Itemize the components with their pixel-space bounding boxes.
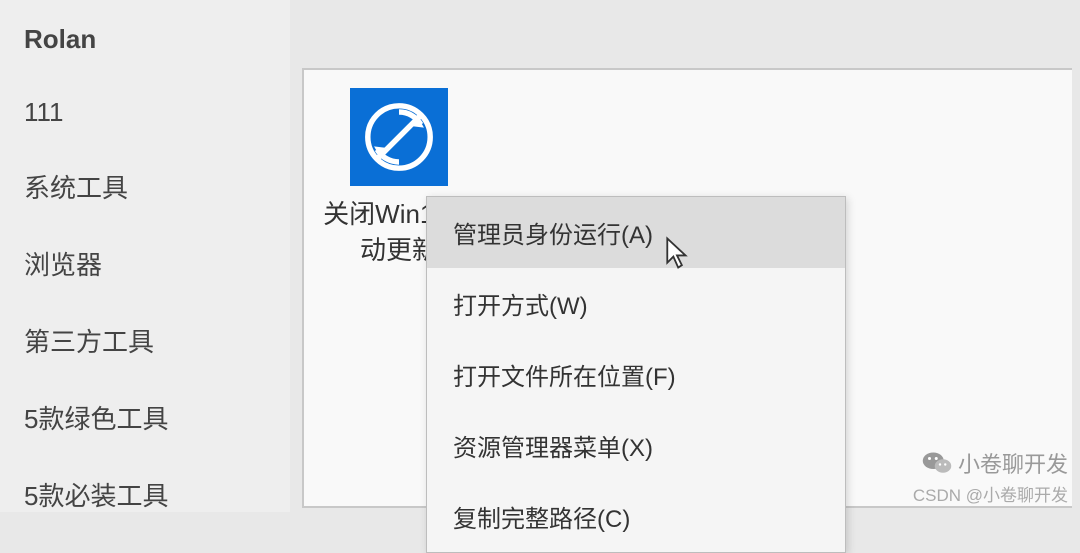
watermark-text-1: 小卷聊开发 [958, 447, 1068, 479]
sidebar-item-thirdparty[interactable]: 第三方工具 [0, 302, 290, 379]
wechat-icon [922, 450, 952, 476]
sidebar-item-system-tools[interactable]: 系统工具 [0, 148, 290, 225]
app-title: Rolan [0, 10, 290, 77]
sidebar-item-browser[interactable]: 浏览器 [0, 225, 290, 302]
watermark: 小卷聊开发 CSDN @小卷聊开发 [913, 447, 1068, 506]
menu-run-as-admin[interactable]: 管理员身份运行(A) [427, 197, 845, 268]
menu-explorer-menu[interactable]: 资源管理器菜单(X) [427, 410, 845, 481]
menu-open-with[interactable]: 打开方式(W) [427, 268, 845, 339]
sidebar-item-must-install[interactable]: 5款必装工具 [0, 456, 290, 533]
context-menu: 管理员身份运行(A) 打开方式(W) 打开文件所在位置(F) 资源管理器菜单(X… [426, 196, 846, 553]
sidebar: Rolan 111 系统工具 浏览器 第三方工具 5款绿色工具 5款必装工具 [0, 0, 290, 512]
sidebar-item-green-tools[interactable]: 5款绿色工具 [0, 379, 290, 456]
menu-copy-path[interactable]: 复制完整路径(C) [427, 481, 845, 552]
menu-open-location[interactable]: 打开文件所在位置(F) [427, 339, 845, 410]
watermark-text-2: CSDN @小卷聊开发 [913, 481, 1068, 506]
disable-update-icon [350, 88, 448, 186]
sidebar-item-111[interactable]: 111 [0, 77, 290, 148]
